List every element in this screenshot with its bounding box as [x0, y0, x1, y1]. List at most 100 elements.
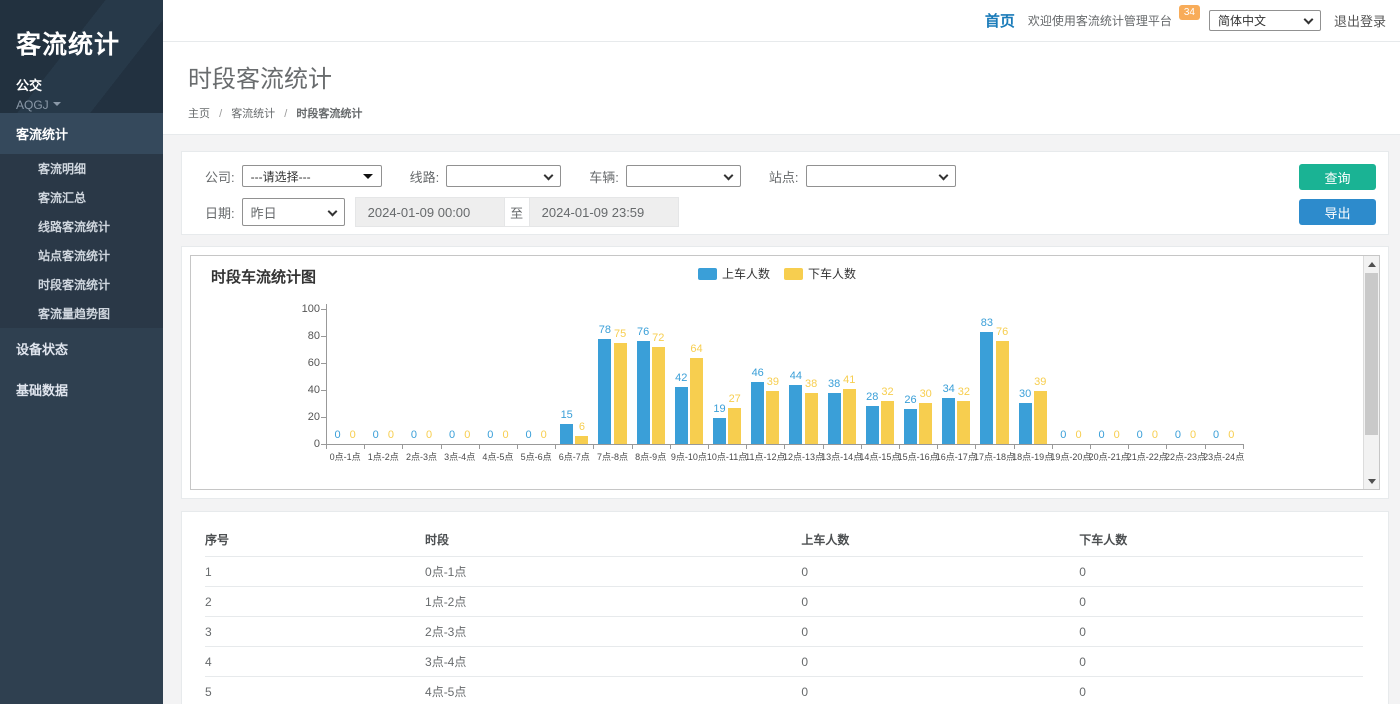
- table-cell: 2点-3点: [425, 617, 801, 647]
- alighting-bar[interactable]: [1034, 391, 1047, 444]
- boarding-bar[interactable]: [942, 398, 955, 444]
- bar-value-label: 75: [614, 328, 626, 340]
- x-axis-label: 20点-21点: [1089, 450, 1130, 463]
- user-menu[interactable]: AQGJ: [16, 98, 147, 112]
- x-tick-mark: [517, 444, 518, 449]
- chart-scrollbar[interactable]: [1363, 256, 1379, 489]
- bar-value-label: 0: [449, 429, 455, 441]
- alighting-bar[interactable]: [805, 393, 818, 444]
- bar-value-label: 27: [729, 393, 741, 405]
- sidebar-subitem-0-3[interactable]: 站点客流统计: [0, 241, 163, 270]
- boarding-bar[interactable]: [828, 393, 841, 444]
- query-button[interactable]: 查询: [1299, 164, 1376, 190]
- alighting-bar[interactable]: [652, 347, 665, 444]
- x-axis-label: 18点-19点: [1012, 450, 1053, 463]
- scroll-down-icon[interactable]: [1364, 473, 1380, 489]
- x-axis-label: 16点-17点: [936, 450, 977, 463]
- sidebar-subitem-0-0[interactable]: 客流明细: [0, 154, 163, 183]
- breadcrumb: 主页 / 客流统计 / 时段客流统计: [188, 105, 1375, 121]
- chevron-down-icon: [938, 171, 948, 181]
- y-tick-label: 100: [292, 303, 320, 315]
- boarding-bar[interactable]: [598, 339, 611, 444]
- alighting-bar[interactable]: [996, 341, 1009, 444]
- scroll-up-icon[interactable]: [1364, 256, 1380, 272]
- scrollbar-thumb[interactable]: [1365, 273, 1378, 435]
- x-tick-mark: [861, 444, 862, 449]
- bar-value-label: 6: [579, 421, 585, 433]
- breadcrumb-home[interactable]: 主页: [188, 108, 210, 120]
- language-select[interactable]: 简体中文: [1209, 10, 1321, 31]
- sidebar-subitem-0-2[interactable]: 线路客流统计: [0, 212, 163, 241]
- sidebar-menu: 客流统计客流明细客流汇总线路客流统计站点客流统计时段客流统计客流量趋势图设备状态…: [0, 113, 163, 410]
- x-axis-label: 21点-22点: [1127, 450, 1168, 463]
- table-row: 32点-3点00: [205, 617, 1363, 647]
- sidebar: 客流统计 公交 AQGJ 客流统计客流明细客流汇总线路客流统计站点客流统计时段客…: [0, 0, 163, 704]
- sidebar-subitem-0-4[interactable]: 时段客流统计: [0, 270, 163, 299]
- boarding-bar[interactable]: [789, 385, 802, 444]
- alighting-bar[interactable]: [919, 403, 932, 444]
- bar-value-label: 30: [920, 388, 932, 400]
- alighting-bar[interactable]: [766, 391, 779, 444]
- table-row: 54点-5点00: [205, 677, 1363, 704]
- home-link[interactable]: 首页: [985, 10, 1015, 31]
- date-start-input[interactable]: 2024-01-09 00:00: [356, 198, 504, 226]
- alighting-bar[interactable]: [690, 358, 703, 444]
- sidebar-subitem-0-5[interactable]: 客流量趋势图: [0, 299, 163, 328]
- dropdown-arrow-icon: [363, 174, 373, 184]
- alighting-bar[interactable]: [957, 401, 970, 444]
- boarding-bar[interactable]: [980, 332, 993, 444]
- sidebar-item-1[interactable]: 设备状态: [0, 328, 163, 369]
- alighting-bar[interactable]: [843, 389, 856, 444]
- chevron-down-icon: [1304, 15, 1314, 25]
- x-tick-mark: [1052, 444, 1053, 449]
- alighting-bar[interactable]: [881, 401, 894, 444]
- table-cell: 4点-5点: [425, 677, 801, 704]
- bar-value-label: 0: [388, 429, 394, 441]
- bar-value-label: 0: [541, 429, 547, 441]
- boarding-bar[interactable]: [675, 387, 688, 444]
- boarding-bar[interactable]: [904, 409, 917, 444]
- station-select[interactable]: [806, 165, 956, 187]
- boarding-bar[interactable]: [1019, 403, 1032, 444]
- sidebar-item-0[interactable]: 客流统计: [0, 113, 163, 154]
- export-button[interactable]: 导出: [1299, 199, 1376, 225]
- boarding-bar[interactable]: [560, 424, 573, 444]
- alighting-bar[interactable]: [614, 343, 627, 444]
- bar-value-label: 38: [805, 378, 817, 390]
- table-panel: 序号时段上车人数下车人数 10点-1点0021点-2点0032点-3点0043点…: [181, 511, 1389, 704]
- boarding-bar[interactable]: [751, 382, 764, 444]
- bar-value-label: 19: [713, 403, 725, 415]
- bar-value-label: 42: [675, 372, 687, 384]
- data-table: 序号时段上车人数下车人数 10点-1点0021点-2点0032点-3点0043点…: [205, 522, 1363, 704]
- sidebar-subitem-0-1[interactable]: 客流汇总: [0, 183, 163, 212]
- bar-value-label: 0: [1075, 429, 1081, 441]
- alighting-bar[interactable]: [728, 408, 741, 444]
- column-header-0: 序号: [205, 522, 425, 557]
- company-select[interactable]: ---请选择---: [242, 165, 382, 187]
- org-name: 公交: [16, 75, 147, 94]
- x-axis-label: 9点-10点: [671, 450, 707, 463]
- bar-value-label: 0: [1175, 429, 1181, 441]
- welcome-text: 欢迎使用客流统计管理平台: [1028, 12, 1172, 29]
- breadcrumb-section[interactable]: 客流统计: [231, 108, 275, 120]
- x-tick-mark: [1205, 444, 1206, 449]
- boarding-bar[interactable]: [713, 418, 726, 444]
- y-tick-label: 20: [292, 411, 320, 423]
- line-select[interactable]: [446, 165, 561, 187]
- x-axis-label: 8点-9点: [635, 450, 666, 463]
- notification-badge[interactable]: 34: [1179, 5, 1200, 20]
- boarding-bar[interactable]: [637, 341, 650, 444]
- date-end-input[interactable]: 2024-01-09 23:59: [530, 198, 678, 226]
- table-row: 10点-1点00: [205, 557, 1363, 587]
- date-preset-select[interactable]: 昨日: [242, 198, 345, 226]
- bar-value-label: 78: [599, 324, 611, 336]
- sidebar-item-2[interactable]: 基础数据: [0, 369, 163, 410]
- table-header-row: 序号时段上车人数下车人数: [205, 522, 1363, 557]
- bar-value-label: 64: [690, 343, 702, 355]
- chart-panel: 时段车流统计图 上车人数下车人数 020406080100000点-1点001点…: [181, 246, 1389, 499]
- y-tick-mark: [321, 309, 326, 310]
- logout-link[interactable]: 退出登录: [1334, 11, 1386, 30]
- alighting-bar[interactable]: [575, 436, 588, 444]
- vehicle-select[interactable]: [626, 165, 741, 187]
- boarding-bar[interactable]: [866, 406, 879, 444]
